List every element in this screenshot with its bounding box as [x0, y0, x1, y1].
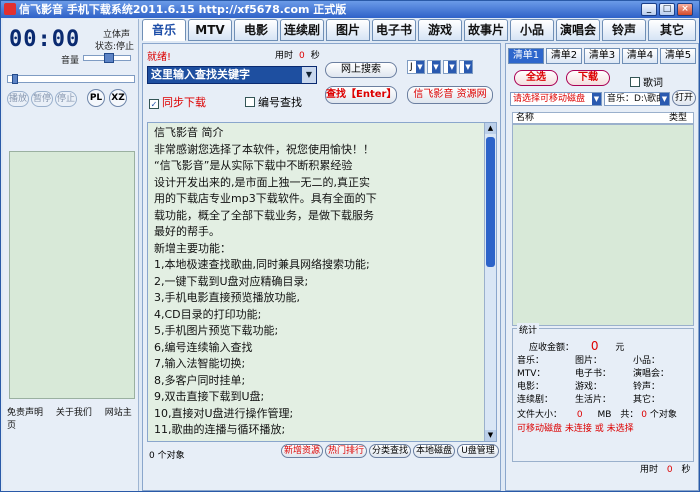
col-type[interactable]: 类型 — [669, 113, 687, 123]
stats-title: 统计 — [517, 323, 540, 336]
xz-button[interactable]: XZ — [109, 89, 127, 107]
stop-button[interactable]: 停止 — [55, 91, 77, 107]
volume-knob[interactable] — [104, 53, 114, 63]
new-resources-button[interactable]: 新增资源 — [281, 444, 323, 458]
tab-concert[interactable]: 演唱会 — [556, 19, 600, 41]
stats-row-3: 电影： 游戏： 铃声： — [517, 382, 661, 392]
pause-button[interactable]: 暂停 — [31, 91, 53, 107]
list-header: 名称 类型 — [512, 112, 694, 124]
col-name[interactable]: 名称 — [516, 113, 534, 123]
filter-select-4[interactable]: ▼ — [459, 60, 473, 74]
intro-text: 信飞影音 简介 非常感谢您选择了本软件，祝您使用愉快！！ “信飞影音”是从实际下… — [154, 126, 377, 436]
usb-manage-button[interactable]: U盘管理 — [457, 444, 499, 458]
scroll-up-icon[interactable]: ▲ — [485, 123, 496, 134]
player-panel: 00:00 立体声 状态:停止 音量 播放 暂停 停止 PL XZ 免责声明 关… — [3, 19, 139, 491]
filter-select-1[interactable]: J ▼ — [407, 60, 425, 74]
tab-list-1[interactable]: 清单1 — [508, 48, 544, 64]
footer-links: 免责声明 关于我们 网站主页 — [7, 405, 138, 431]
time-display: 00:00 — [9, 27, 81, 52]
select-all-button[interactable]: 全选 — [514, 70, 558, 86]
search-panel: 就绪! 用时 0 秒 这里输入查找关键字 ▼ 网上搜索 J ▼ ▼ ▼ ▼ ✓ 同步下载… — [142, 43, 501, 491]
stats-row-2: MTV： 电子书： 演唱会： — [517, 369, 670, 379]
category-tabs: 音乐 MTV 电影 连续剧 图片 电子书 游戏 故事片 小品 演唱会 铃声 其它 — [142, 19, 699, 43]
receivable-row: 应收金额： 0 元 — [529, 339, 625, 353]
download-button[interactable]: 下载 — [566, 70, 610, 86]
tab-list-5[interactable]: 清单5 — [660, 48, 696, 64]
intro-content: 信飞影音 简介 非常感谢您选择了本软件，祝您使用愉快！！ “信飞影音”是从实际下… — [147, 122, 497, 442]
play-list[interactable] — [9, 151, 135, 399]
tab-movie[interactable]: 电影 — [234, 19, 278, 41]
right-elapsed-time: 用时 0 秒 — [640, 465, 691, 475]
title-bar[interactable]: 信飞影音 手机下载系统2011.6.15 http://xf5678.com 正… — [1, 1, 699, 18]
play-button[interactable]: 播放 — [7, 91, 29, 107]
filter-select-3[interactable]: ▼ — [443, 60, 457, 74]
online-search-button[interactable]: 网上搜索 — [325, 62, 397, 78]
filesize-row: 文件大小： 0 MB 共： 0 个对象 — [517, 410, 677, 420]
lyrics-checkbox[interactable]: 歌词 — [630, 74, 663, 89]
tab-music[interactable]: 音乐 — [142, 19, 186, 41]
volume-label: 音量 — [61, 56, 80, 66]
tab-games[interactable]: 游戏 — [418, 19, 462, 41]
seek-bar[interactable] — [7, 74, 135, 84]
scroll-thumb[interactable] — [486, 137, 495, 267]
stats-row-1: 音乐： 图片： 小品： — [517, 356, 661, 366]
disclaimer-link[interactable]: 免责声明 — [7, 408, 43, 418]
volume-slider[interactable] — [83, 53, 131, 63]
tab-series[interactable]: 连续剧 — [280, 19, 324, 41]
disk-status-row: 可移动磁盘 未连接 或 未选择 — [517, 424, 634, 434]
statistics-box: 统计 应收金额： 0 元 音乐： 图片： 小品： MTV： 电子书： 演唱会： 电影：游… — [512, 323, 694, 462]
seek-knob[interactable] — [12, 74, 18, 84]
window-title: 信飞影音 手机下载系统2011.6.15 http://xf5678.com 正… — [19, 3, 347, 16]
about-link[interactable]: 关于我们 — [56, 408, 92, 418]
hot-ranking-button[interactable]: 热门排行 — [325, 444, 367, 458]
close-icon[interactable]: × — [677, 3, 693, 16]
tab-ringtone[interactable]: 铃声 — [602, 19, 646, 41]
number-search-checkbox[interactable]: 编号查找 — [245, 94, 302, 110]
disk-select[interactable]: 请选择可移动磁盘 ▼ — [510, 92, 602, 106]
find-button[interactable]: 查找【Enter】 — [325, 86, 397, 104]
stats-row-4: 连续剧： 生活片： 其它： — [517, 395, 661, 405]
elapsed-time: 用时 0 秒 — [275, 51, 320, 61]
tab-other[interactable]: 其它 — [648, 19, 696, 41]
tab-mtv[interactable]: MTV — [188, 19, 232, 41]
local-disk-button[interactable]: 本地磁盘 — [413, 444, 455, 458]
resource-site-button[interactable]: 信飞影音 资源网 — [407, 86, 493, 104]
tab-list-3[interactable]: 清单3 — [584, 48, 620, 64]
tab-list-2[interactable]: 清单2 — [546, 48, 582, 64]
status-text: 就绪! — [147, 52, 172, 63]
download-list[interactable] — [512, 124, 694, 326]
open-button[interactable]: 打开 — [672, 90, 696, 106]
search-dropdown-icon[interactable]: ▼ — [302, 67, 316, 83]
filter-select-2[interactable]: ▼ — [427, 60, 441, 74]
tab-sketch[interactable]: 小品 — [510, 19, 554, 41]
object-count: 0 个对象 — [149, 451, 185, 461]
app-icon — [4, 3, 16, 15]
status-label: 状态:停止 — [95, 42, 135, 52]
sync-download-checkbox[interactable]: ✓ 同步下载 — [149, 94, 206, 110]
music-path-select[interactable]: 音乐：D:\歌曲 ▼ — [604, 92, 670, 106]
search-input[interactable]: 这里输入查找关键字 ▼ — [147, 66, 317, 84]
minimize-icon[interactable]: _ — [641, 3, 657, 16]
scroll-down-icon[interactable]: ▼ — [485, 430, 496, 441]
main-window: 信飞影音 手机下载系统2011.6.15 http://xf5678.com 正… — [0, 0, 700, 492]
content-scrollbar[interactable]: ▲ ▼ — [484, 123, 496, 441]
tab-ebook[interactable]: 电子书 — [372, 19, 416, 41]
maximize-icon[interactable]: □ — [659, 3, 675, 16]
category-search-button[interactable]: 分类查找 — [369, 444, 411, 458]
playlist-button[interactable]: PL — [87, 89, 105, 107]
order-panel: 清单1 清单2 清单3 清单4 清单5 全选 下载 歌词 请选择可移动磁盘 ▼ 音… — [505, 43, 699, 491]
tab-list-4[interactable]: 清单4 — [622, 48, 658, 64]
tab-pictures[interactable]: 图片 — [326, 19, 370, 41]
tab-feature-film[interactable]: 故事片 — [464, 19, 508, 41]
